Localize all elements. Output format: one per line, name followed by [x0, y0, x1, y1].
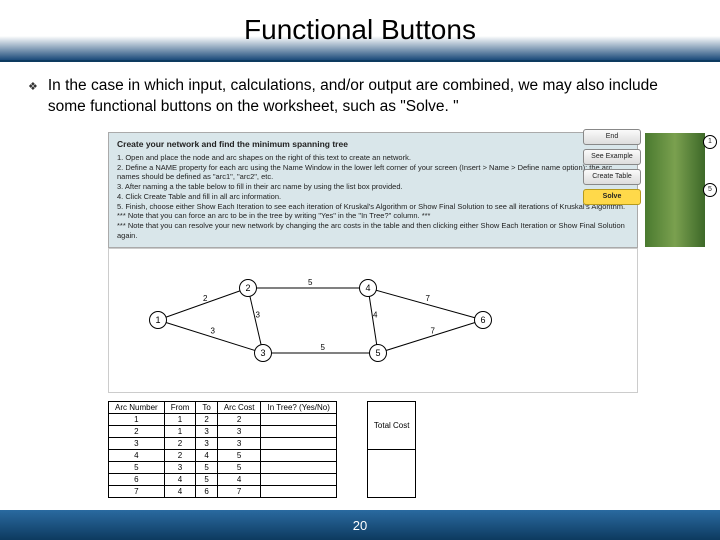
- instruction-title: Create your network and find the minimum…: [117, 139, 629, 150]
- total-cost-header: Total Cost: [367, 401, 416, 449]
- title-band: Functional Buttons: [0, 0, 720, 62]
- svg-text:7: 7: [426, 294, 431, 303]
- table-cell: 4: [164, 485, 196, 497]
- graph-node: 5: [369, 344, 387, 362]
- table-cell: 7: [109, 485, 165, 497]
- table-cell: 6: [109, 473, 165, 485]
- graph-edges: 2 3 3 5 5 4 7 7: [109, 249, 637, 392]
- badge-1: 1: [703, 135, 717, 149]
- create-table-button[interactable]: Create Table: [583, 169, 641, 185]
- table-cell: 4: [217, 473, 261, 485]
- table-row: 4245: [109, 449, 337, 461]
- table-cell: 5: [109, 461, 165, 473]
- table-cell: 2: [196, 413, 217, 425]
- table-cell: 6: [196, 485, 217, 497]
- diamond-bullet-icon: ❖: [28, 80, 38, 93]
- see-example-button[interactable]: See Example: [583, 149, 641, 165]
- graph-area: 2 3 3 5 5 4 7 7 1 2 3 4 5 6: [108, 248, 638, 393]
- table-row: 7467: [109, 485, 337, 497]
- table-cell: 5: [196, 473, 217, 485]
- instruction-panel: 1 5 End See Example Create Table Solve C…: [108, 132, 638, 248]
- table-cell: 1: [109, 413, 165, 425]
- table-zone: Arc NumberFromToArc CostIn Tree? (Yes/No…: [108, 401, 638, 498]
- graph-node: 6: [474, 311, 492, 329]
- instruction-line: 4. Click Create Table and fill in all ar…: [117, 192, 629, 202]
- end-button[interactable]: End: [583, 129, 641, 145]
- svg-text:3: 3: [256, 310, 261, 319]
- graph-node: 4: [359, 279, 377, 297]
- table-header: From: [164, 401, 196, 413]
- footer-bar: 20: [0, 510, 720, 540]
- table-row: 2133: [109, 425, 337, 437]
- table-cell: 4: [196, 449, 217, 461]
- table-cell: [261, 473, 336, 485]
- table-cell: 4: [109, 449, 165, 461]
- table-cell: 3: [196, 437, 217, 449]
- table-header: Arc Number: [109, 401, 165, 413]
- table-row: 3233: [109, 437, 337, 449]
- instruction-line: 3. After naming a the table below to fil…: [117, 182, 629, 192]
- table-cell: 5: [217, 461, 261, 473]
- side-button-column: End See Example Create Table Solve: [583, 129, 641, 205]
- page-number: 20: [353, 518, 367, 533]
- total-cost-cell: [367, 449, 416, 497]
- table-header: To: [196, 401, 217, 413]
- table-header: In Tree? (Yes/No): [261, 401, 336, 413]
- table-cell: 3: [217, 425, 261, 437]
- table-cell: [261, 413, 336, 425]
- table-cell: 2: [217, 413, 261, 425]
- instruction-line: 1. Open and place the node and arc shape…: [117, 153, 629, 163]
- table-row: 1122: [109, 413, 337, 425]
- table-cell: [261, 449, 336, 461]
- table-cell: 2: [109, 425, 165, 437]
- svg-text:2: 2: [203, 294, 208, 303]
- embedded-screenshot: 1 5 End See Example Create Table Solve C…: [108, 132, 638, 498]
- svg-text:7: 7: [431, 326, 436, 335]
- table-cell: [261, 425, 336, 437]
- table-row: 6454: [109, 473, 337, 485]
- instruction-line: *** Note that you can force an arc to be…: [117, 211, 629, 221]
- forest-image: [645, 133, 705, 247]
- svg-text:5: 5: [308, 278, 313, 287]
- table-cell: 5: [217, 449, 261, 461]
- svg-text:5: 5: [321, 343, 326, 352]
- table-cell: 2: [164, 449, 196, 461]
- svg-text:3: 3: [211, 326, 216, 335]
- table-cell: 1: [164, 425, 196, 437]
- graph-node: 3: [254, 344, 272, 362]
- table-cell: 2: [164, 437, 196, 449]
- table-cell: 7: [217, 485, 261, 497]
- instruction-line: 5. Finish, choose either Show Each Itera…: [117, 202, 629, 212]
- table-cell: [261, 437, 336, 449]
- table-row: 5355: [109, 461, 337, 473]
- table-header: Arc Cost: [217, 401, 261, 413]
- arc-table: Arc NumberFromToArc CostIn Tree? (Yes/No…: [108, 401, 337, 498]
- table-cell: 4: [164, 473, 196, 485]
- table-cell: 3: [196, 425, 217, 437]
- slide-title: Functional Buttons: [244, 14, 476, 46]
- body-text: In the case in which input, calculations…: [48, 76, 692, 118]
- table-cell: 3: [164, 461, 196, 473]
- instruction-line: *** Note that you can resolve your new n…: [117, 221, 629, 241]
- table-cell: 5: [196, 461, 217, 473]
- table-cell: [261, 485, 336, 497]
- table-cell: 3: [109, 437, 165, 449]
- graph-node: 2: [239, 279, 257, 297]
- total-cost-table: Total Cost: [367, 401, 417, 498]
- content-area: ❖ In the case in which input, calculatio…: [0, 62, 720, 498]
- svg-text:4: 4: [373, 310, 378, 319]
- table-cell: 1: [164, 413, 196, 425]
- graph-node: 1: [149, 311, 167, 329]
- solve-button[interactable]: Solve: [583, 189, 641, 205]
- table-cell: [261, 461, 336, 473]
- instruction-line: 2. Define a NAME property for each arc u…: [117, 163, 629, 183]
- badge-5: 5: [703, 183, 717, 197]
- bullet-row: ❖ In the case in which input, calculatio…: [28, 76, 692, 118]
- table-cell: 3: [217, 437, 261, 449]
